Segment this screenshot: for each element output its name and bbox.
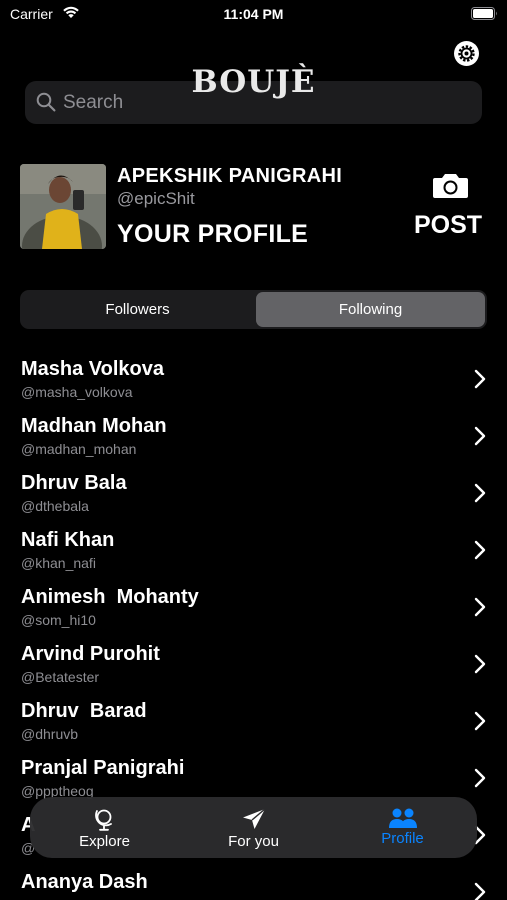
user-name: Dhruv Barad bbox=[21, 700, 147, 722]
gear-icon[interactable] bbox=[453, 40, 480, 67]
user-name: Nafi Khan bbox=[21, 529, 115, 551]
chevron-right-icon bbox=[474, 426, 486, 446]
post-button[interactable]: POST bbox=[414, 211, 482, 240]
list-item[interactable]: Nafi Khan @khan_nafi bbox=[0, 523, 507, 580]
profile-name: APEKSHIK PANIGRAHI bbox=[117, 165, 343, 187]
paper-plane-icon bbox=[242, 808, 265, 829]
user-handle: @dhruvb bbox=[21, 726, 79, 742]
user-name: Masha Volkova bbox=[21, 358, 165, 380]
camera-icon[interactable] bbox=[432, 173, 469, 199]
user-name: Ananya Dash bbox=[21, 871, 148, 893]
list-item[interactable]: Dhruv Barad @dhruvb bbox=[0, 694, 507, 751]
chevron-right-icon bbox=[474, 711, 486, 731]
user-handle: @madhan_mohan bbox=[21, 441, 137, 457]
list-item[interactable]: Dhruv Bala @dthebala bbox=[0, 466, 507, 523]
user-name: Dhruv Bala bbox=[21, 472, 127, 494]
user-handle: @som_hi10 bbox=[21, 612, 96, 628]
segment-following[interactable]: Following bbox=[256, 292, 485, 327]
status-bar: Carrier 11:04 PM bbox=[0, 0, 507, 30]
chevron-right-icon bbox=[474, 654, 486, 674]
tab-for-you-label: For you bbox=[228, 833, 279, 850]
profile-title: YOUR PROFILE bbox=[117, 220, 309, 248]
user-name: Madhan Mohan bbox=[21, 415, 167, 437]
list-item[interactable]: Arvind Purohit @Betatester bbox=[0, 637, 507, 694]
list-item[interactable]: Ananya Dash bbox=[0, 865, 507, 900]
segment-followers[interactable]: Followers bbox=[22, 292, 253, 327]
chevron-right-icon bbox=[474, 369, 486, 389]
chevron-right-icon bbox=[474, 540, 486, 560]
user-handle: @Betatester bbox=[21, 669, 100, 685]
avatar bbox=[20, 164, 106, 249]
tab-explore[interactable]: Explore bbox=[30, 797, 179, 858]
tab-profile[interactable]: Profile bbox=[328, 797, 477, 858]
chevron-right-icon bbox=[474, 882, 486, 900]
user-handle: @khan_nafi bbox=[21, 555, 96, 571]
people-icon bbox=[388, 808, 417, 828]
list-item[interactable]: Masha Volkova @masha_volkova bbox=[0, 352, 507, 409]
followers-following-segmented-control: Followers Following bbox=[20, 290, 487, 329]
tab-bar: Explore For you Profile bbox=[30, 797, 477, 858]
user-handle: @masha_volkova bbox=[21, 384, 133, 400]
user-name: Pranjal Panigrahi bbox=[21, 757, 185, 779]
globe-icon bbox=[94, 809, 112, 831]
brand-logo: BOUJÈ bbox=[191, 64, 316, 100]
tab-for-you[interactable]: For you bbox=[179, 797, 328, 858]
chevron-right-icon bbox=[474, 768, 486, 788]
profile-handle: @epicShit bbox=[117, 189, 195, 208]
list-item[interactable]: Madhan Mohan @madhan_mohan bbox=[0, 409, 507, 466]
avatar-photo bbox=[20, 164, 106, 249]
chevron-right-icon bbox=[474, 597, 486, 617]
status-time: 11:04 PM bbox=[223, 6, 284, 22]
user-name: Animesh Mohanty bbox=[21, 586, 199, 608]
user-name: Arvind Purohit bbox=[21, 643, 160, 665]
tab-explore-label: Explore bbox=[79, 833, 130, 850]
user-handle: @dthebala bbox=[21, 498, 89, 514]
tab-profile-label: Profile bbox=[381, 830, 424, 847]
battery-icon bbox=[471, 7, 497, 20]
list-item[interactable]: Animesh Mohanty @som_hi10 bbox=[0, 580, 507, 637]
chevron-right-icon bbox=[474, 483, 486, 503]
